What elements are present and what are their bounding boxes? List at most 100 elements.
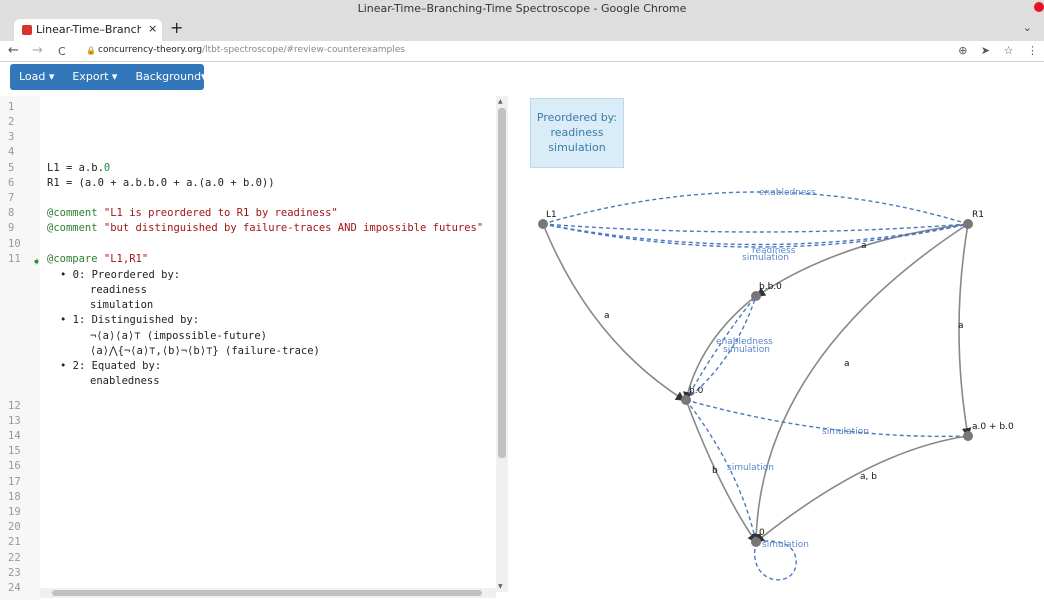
- result-preordered-item: readiness: [90, 284, 147, 296]
- editor-horizontal-scrollbar[interactable]: [40, 588, 496, 598]
- browser-tab[interactable]: Linear-Time–Branching- ×: [14, 19, 162, 41]
- run-compare-arrow-icon[interactable]: ➧: [32, 255, 41, 268]
- line-number: 14: [8, 430, 21, 442]
- comment-string: "but distinguished by failure-traces AND…: [103, 222, 484, 234]
- edge-label-b: b: [712, 466, 718, 476]
- line-number: 9: [8, 222, 15, 234]
- edge-label-simulation: simulation: [742, 253, 789, 263]
- scroll-up-icon[interactable]: ▲: [498, 98, 503, 105]
- line-number: 20: [8, 521, 21, 533]
- edge-label-simulation: simulation: [723, 345, 770, 355]
- reload-button[interactable]: C: [58, 44, 66, 59]
- line-number: 3: [8, 131, 15, 143]
- tab-close-icon[interactable]: ×: [148, 22, 157, 35]
- app-toolbar: Load ▾ Export ▾ Background▾: [10, 64, 207, 90]
- record-indicator-icon: [1034, 2, 1044, 12]
- code-l1-zero: 0: [103, 162, 111, 174]
- line-number: 15: [8, 445, 21, 457]
- edge-label-a: a: [844, 359, 850, 369]
- line-number: 6: [8, 177, 15, 189]
- result-equated-heading: • 2: Equated by:: [60, 360, 162, 372]
- line-number: 19: [8, 506, 21, 518]
- bookmark-star-icon[interactable]: ☆: [1004, 44, 1014, 57]
- code-editor[interactable]: 1 2 3 4 5 6 7 8 9 10 11 12 13 14 15 16 1…: [0, 96, 496, 600]
- line-number: 23: [8, 567, 21, 579]
- node-label-a0b0: a.0 + b.0: [972, 422, 1014, 432]
- line-number: 24: [8, 582, 21, 594]
- line-number-gutter: 1 2 3 4 5 6 7 8 9 10 11 12 13 14 15 16 1…: [0, 96, 40, 600]
- scroll-down-icon[interactable]: ▼: [498, 583, 503, 590]
- edge-R1-zero: [751, 223, 969, 544]
- back-button[interactable]: ←: [8, 43, 19, 58]
- line-number: 16: [8, 460, 21, 472]
- comment-keyword: @comment: [47, 222, 98, 234]
- export-menu-button[interactable]: Export ▾: [63, 64, 126, 90]
- result-distinguished-item: ¬⟨a⟩⟨a⟩⊤ (impossible-future): [90, 330, 268, 342]
- line-number: 10: [8, 238, 21, 250]
- line-number: 22: [8, 552, 21, 564]
- node-bb0: [751, 291, 761, 301]
- line-number: 7: [8, 192, 15, 204]
- code-line-compare: @compare "L1,R1": [47, 253, 148, 265]
- result-equated-item: enabledness: [90, 375, 160, 387]
- infobox-item: simulation: [548, 141, 606, 154]
- code-line-r1: R1 = (a.0 + a.b.b.0 + a.(a.0 + b.0)): [47, 177, 275, 189]
- comment-keyword: @comment: [47, 207, 98, 219]
- line-number: 12: [8, 400, 21, 412]
- result-distinguished-heading: • 1: Distinguished by:: [60, 314, 200, 326]
- line-number: 2: [8, 116, 15, 128]
- dashed-L1-R1-enabledness: [542, 191, 969, 225]
- node-L1: [538, 219, 548, 229]
- forward-button[interactable]: →: [32, 43, 43, 58]
- url-host: concurrency-theory.org: [98, 45, 203, 55]
- scrollbar-thumb[interactable]: [52, 590, 482, 596]
- edge-label-simulation: simulation: [822, 427, 869, 437]
- node-zero: [751, 537, 761, 547]
- compare-string: "L1,R1": [103, 253, 149, 265]
- edge-label-a: a: [958, 321, 964, 331]
- comment-string: "L1 is preordered to R1 by readiness": [103, 207, 338, 219]
- browser-menu-icon[interactable]: ⋮: [1027, 44, 1038, 57]
- line-number: 17: [8, 476, 21, 488]
- load-menu-button[interactable]: Load ▾: [10, 64, 63, 90]
- line-number: 21: [8, 536, 21, 548]
- address-bar: ← → C 🔒 concurrency-theory.org/ltbt-spec…: [0, 41, 1044, 62]
- preorder-info-box: Preordered by: readiness simulation: [530, 98, 624, 168]
- background-menu-button[interactable]: Background▾: [126, 64, 215, 90]
- zoom-icon[interactable]: ⊕: [958, 44, 967, 57]
- infobox-heading: Preordered by:: [536, 111, 618, 124]
- line-number: 5: [8, 162, 15, 174]
- new-tab-button[interactable]: +: [170, 19, 183, 37]
- node-label-b0: b.0: [689, 386, 704, 396]
- node-R1: [963, 219, 973, 229]
- edge-label-simulation: simulation: [762, 540, 809, 550]
- node-label-L1: L1: [546, 210, 557, 220]
- result-preordered-heading: • 0: Preordered by:: [60, 269, 181, 281]
- node-label-bb0: b.b.0: [759, 282, 782, 292]
- edge-L1-b0: [542, 223, 686, 401]
- line-number: 1: [8, 101, 15, 113]
- lock-icon[interactable]: 🔒: [86, 46, 96, 55]
- node-a0b0: [963, 431, 973, 441]
- infobox-item: readiness: [550, 126, 604, 139]
- window-title: Linear-Time–Branching-Time Spectroscope …: [357, 2, 687, 15]
- node-b0: [681, 395, 691, 405]
- dashed-L1-R1-readiness: [542, 223, 969, 246]
- url-field[interactable]: concurrency-theory.org/ltbt-spectroscope…: [98, 45, 405, 55]
- node-label-R1: R1: [972, 210, 984, 220]
- scrollbar-thumb[interactable]: [498, 108, 506, 458]
- editor-vertical-scrollbar[interactable]: ▲ ▼: [496, 96, 508, 592]
- result-preordered-item: simulation: [90, 299, 154, 311]
- edge-label-simulation: simulation: [727, 463, 774, 473]
- code-line-l1: L1 = a.b.0: [47, 162, 110, 174]
- line-number: 18: [8, 491, 21, 503]
- tab-search-chevron-icon[interactable]: ⌄: [1023, 21, 1032, 34]
- edge-a0b0-zero: [754, 435, 969, 544]
- line-number: 13: [8, 415, 21, 427]
- address-actions: ⊕ ➤ ☆ ⋮: [948, 44, 1038, 57]
- line-number: 4: [8, 146, 15, 158]
- send-icon[interactable]: ➤: [981, 44, 990, 57]
- code-line-comment2: @comment "but distinguished by failure-t…: [47, 222, 483, 234]
- window-titlebar: Linear-Time–Branching-Time Spectroscope …: [0, 0, 1044, 17]
- tab-label: Linear-Time–Branching-: [36, 23, 141, 36]
